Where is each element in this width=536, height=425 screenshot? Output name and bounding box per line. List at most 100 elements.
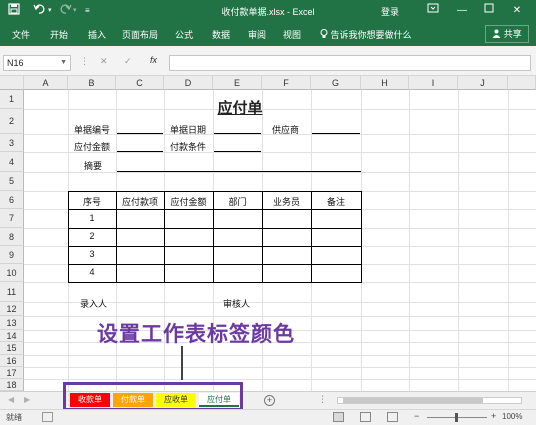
enter-icon[interactable]: ✓	[124, 56, 132, 67]
row-header[interactable]: 9	[0, 246, 24, 264]
column-header[interactable]: B	[68, 76, 116, 90]
prev-sheet-icon[interactable]: ◀	[8, 395, 14, 404]
column-header[interactable]	[508, 76, 536, 90]
table-border	[68, 282, 362, 283]
zoom-level[interactable]: 100%	[502, 412, 522, 421]
row-header[interactable]: 4	[0, 152, 24, 172]
payment-terms-label: 付款条件	[170, 142, 207, 152]
next-sheet-icon[interactable]: ▶	[24, 395, 30, 404]
column-header[interactable]: A	[24, 76, 68, 90]
row-header[interactable]: 5	[0, 172, 24, 191]
chevron-down-icon[interactable]: ▼	[60, 56, 67, 70]
more-icon: ⋮	[80, 56, 89, 66]
form-title: 应付单	[217, 101, 263, 117]
zoom-slider[interactable]	[427, 413, 487, 422]
login-link[interactable]: 登录	[381, 5, 399, 18]
gridline	[24, 316, 536, 317]
row-header[interactable]: 18	[0, 379, 24, 391]
tab-home[interactable]: 开始	[50, 28, 68, 41]
zoom-out-button[interactable]: −	[414, 411, 419, 421]
scrollbar-thumb[interactable]	[343, 398, 483, 403]
minimize-icon[interactable]: —	[453, 3, 471, 19]
row-header[interactable]: 1	[0, 90, 24, 109]
tab-data[interactable]: 数据	[212, 28, 230, 41]
column-header[interactable]: D	[164, 76, 213, 90]
row-header[interactable]: 16	[0, 355, 24, 367]
supplier-underline	[312, 133, 360, 134]
name-box[interactable]: N16 ▼	[3, 55, 71, 71]
cancel-icon[interactable]: ✕	[100, 56, 108, 67]
amount-due-underline	[117, 151, 163, 152]
normal-view-icon[interactable]	[333, 412, 344, 422]
person-icon	[492, 29, 504, 39]
table-border	[68, 246, 362, 247]
column-header[interactable]: I	[409, 76, 458, 90]
tab-file[interactable]: 文件	[12, 28, 30, 41]
close-icon[interactable]: ✕	[508, 3, 526, 19]
table-header-cell: 业务员	[272, 197, 300, 207]
status-text: 就绪	[6, 413, 22, 422]
row-number-cell: 3	[89, 249, 95, 259]
row-header[interactable]: 3	[0, 134, 24, 152]
column-header[interactable]: E	[213, 76, 262, 90]
horizontal-scrollbar[interactable]	[337, 397, 522, 404]
ribbon-tabs: 文件 开始 插入 页面布局 公式 数据 审阅 视图 告诉我你想要做什么 共享	[0, 22, 536, 46]
table-border	[361, 191, 362, 283]
row-header[interactable]: 15	[0, 342, 24, 355]
row-header[interactable]: 12	[0, 302, 24, 316]
table-header-cell: 备注	[326, 197, 345, 207]
gridline	[458, 90, 459, 391]
tell-me-text: 告诉我你想要做什么	[330, 30, 412, 40]
zoom-in-button[interactable]: +	[491, 411, 496, 421]
formula-bar: N16 ▼ ⋮ ✕ ✓ fx	[0, 46, 536, 76]
ribbon-display-options-icon[interactable]	[424, 3, 442, 19]
more-sheets-icon[interactable]: ⋮	[318, 394, 327, 405]
tab-review[interactable]: 审阅	[248, 28, 266, 41]
name-box-value: N16	[7, 58, 24, 68]
row-header[interactable]: 10	[0, 264, 24, 282]
lightbulb-icon	[320, 29, 331, 40]
table-header-cell: 部门	[228, 197, 247, 207]
page-break-view-icon[interactable]	[387, 412, 398, 422]
bill-date-label: 单据日期	[170, 125, 207, 135]
title-bar: ▾ ▾ ≡ 收付款单据.xlsx - Excel 登录 — ✕	[0, 0, 536, 22]
table-header-cell: 应付款项	[121, 197, 158, 207]
supplier-label: 供应商	[272, 125, 300, 135]
tab-insert[interactable]: 插入	[88, 28, 106, 41]
column-header[interactable]: H	[361, 76, 409, 90]
row-header[interactable]: 17	[0, 367, 24, 379]
tab-formulas[interactable]: 公式	[175, 28, 193, 41]
row-number-cell: 2	[89, 231, 95, 241]
column-header[interactable]: F	[262, 76, 311, 90]
annotation-text: 设置工作表标签颜色	[97, 322, 295, 346]
formula-input[interactable]	[169, 55, 531, 71]
row-header[interactable]: 7	[0, 209, 24, 228]
maximize-icon[interactable]	[480, 3, 498, 19]
status-bar: 就绪 − + 100%	[0, 409, 536, 425]
annotation-pointer	[181, 346, 183, 380]
row-number-cell: 4	[89, 267, 95, 277]
tell-me-box[interactable]: 告诉我你想要做什么	[320, 28, 412, 41]
share-button[interactable]: 共享	[485, 25, 529, 43]
row-header[interactable]: 6	[0, 191, 24, 209]
row-header[interactable]: 14	[0, 330, 24, 342]
row-header[interactable]: 13	[0, 316, 24, 330]
row-header[interactable]: 11	[0, 282, 24, 302]
column-header[interactable]: G	[311, 76, 361, 90]
table-border	[68, 191, 362, 192]
row-header[interactable]: 2	[0, 109, 24, 134]
insert-function-button[interactable]: fx	[150, 55, 157, 65]
macro-record-icon[interactable]	[42, 412, 53, 422]
zoom-slider-knob[interactable]	[455, 413, 458, 422]
select-all-corner[interactable]	[0, 76, 24, 90]
tab-view[interactable]: 视图	[283, 28, 301, 41]
column-header[interactable]: C	[116, 76, 164, 90]
page-layout-view-icon[interactable]	[360, 412, 371, 422]
table-border	[68, 264, 362, 265]
table-border	[68, 228, 362, 229]
row-header[interactable]: 8	[0, 228, 24, 246]
column-header[interactable]: J	[458, 76, 508, 90]
tab-page-layout[interactable]: 页面布局	[122, 28, 158, 41]
add-sheet-icon[interactable]: +	[264, 395, 275, 406]
gridline	[508, 90, 509, 391]
